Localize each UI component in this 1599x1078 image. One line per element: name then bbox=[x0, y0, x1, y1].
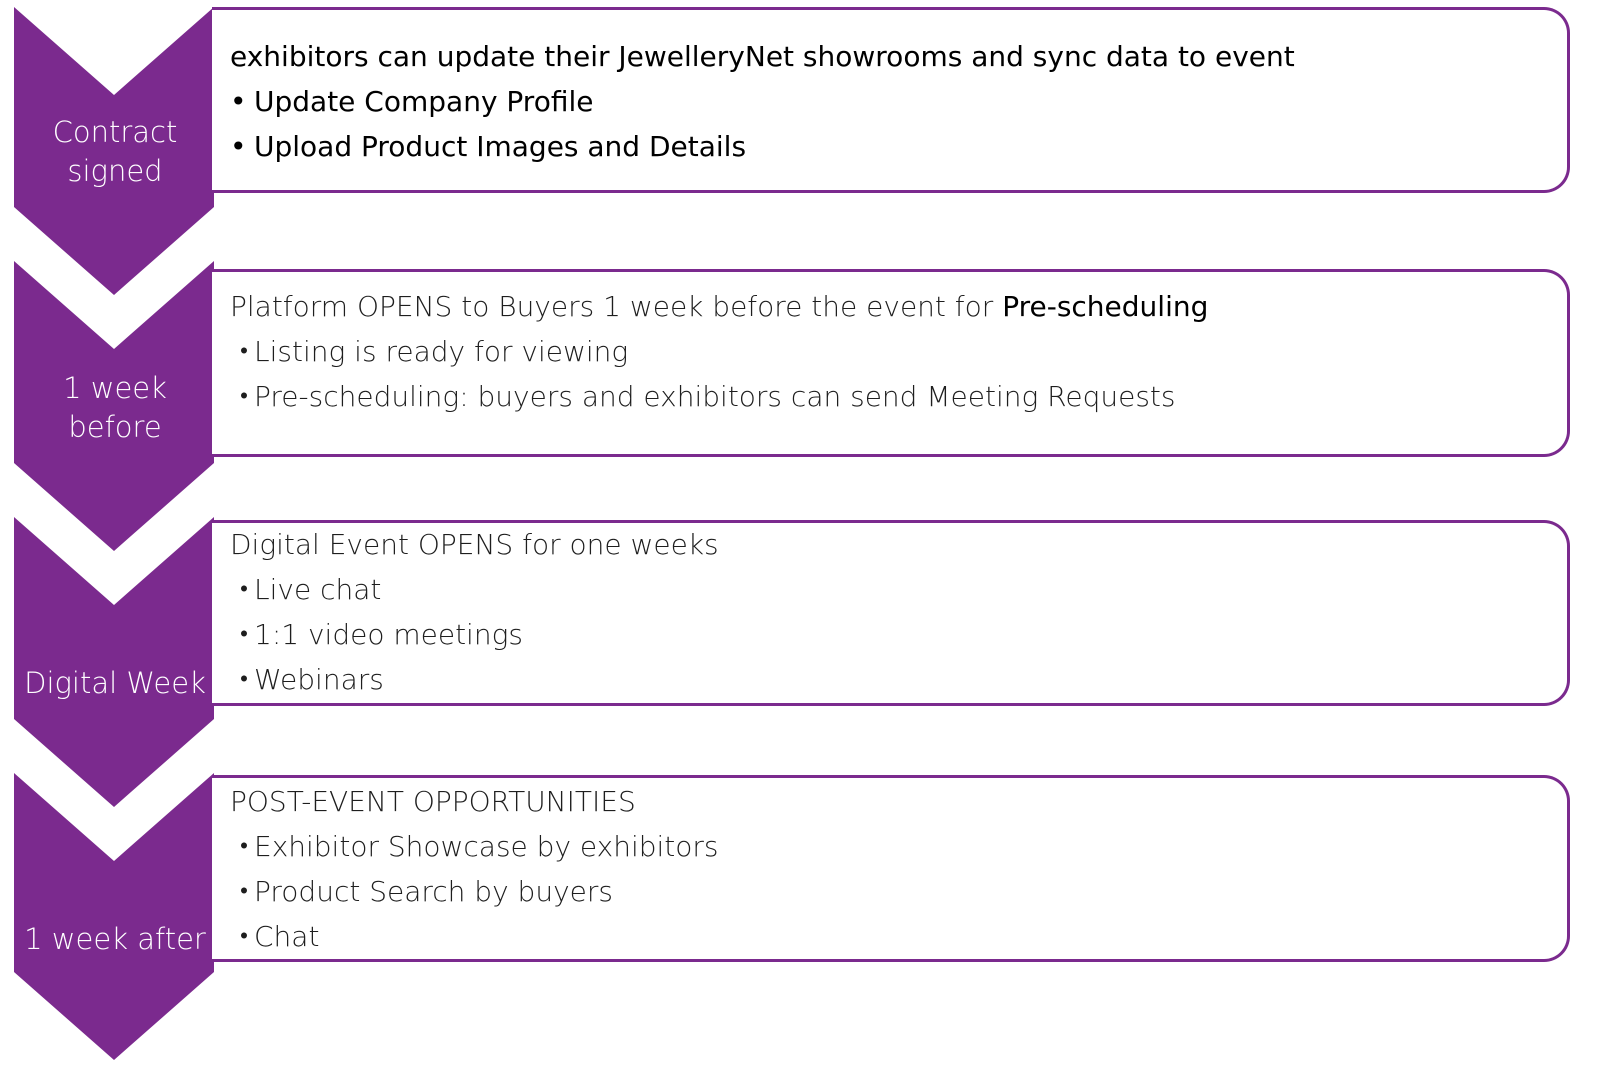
stage-label-line: signed bbox=[67, 154, 163, 188]
timeline-diagram: Contract signed exhibitors can update thei… bbox=[0, 0, 1599, 1078]
bullet-icon: ・ bbox=[230, 920, 259, 953]
stage-label: 1 week after bbox=[14, 920, 216, 959]
bullet-icon: • bbox=[230, 85, 247, 118]
chevron-shape bbox=[14, 517, 214, 807]
step-list-item-text: Exhibitor Showcase by exhibitors bbox=[254, 830, 719, 863]
step-list-item-text: Live chat bbox=[254, 573, 382, 606]
step-box-4: POST-EVENT OPPORTUNITIES ・Exhibitor Showc… bbox=[212, 775, 1570, 962]
step-list-item: ・1:1 video meetings bbox=[230, 615, 523, 655]
step-title-text: POST-EVENT OPPORTUNITIES bbox=[230, 785, 636, 818]
step-list-item-text: Upload Product Images and Details bbox=[254, 130, 747, 163]
bullet-icon: ・ bbox=[230, 663, 259, 696]
bullet-icon: • bbox=[230, 130, 247, 163]
step-list-item: ・Listing is ready for viewing bbox=[230, 332, 628, 372]
stage-chevron-1: Contract signed bbox=[0, 7, 230, 295]
stage-label-line: 1 week after bbox=[24, 922, 206, 956]
step-title-text: Digital Event OPENS for one weeks bbox=[230, 528, 719, 561]
step-box-3: Digital Event OPENS for one weeks ・Live c… bbox=[212, 520, 1570, 706]
step-title-highlight: Pre-scheduling bbox=[1002, 290, 1209, 323]
stage-chevron-3: Digital Week bbox=[0, 517, 230, 807]
step-title: Platform OPENS to Buyers 1 week before t… bbox=[230, 287, 1208, 327]
step-list-item-text: 1:1 video meetings bbox=[254, 618, 523, 651]
bullet-icon: ・ bbox=[230, 335, 259, 368]
step-title: Digital Event OPENS for one weeks bbox=[230, 525, 719, 565]
bullet-icon: ・ bbox=[230, 380, 259, 413]
stage-label-line: 1 week bbox=[63, 371, 167, 405]
step-title: exhibitors can update their JewelleryNet… bbox=[230, 37, 1295, 77]
stage-label-line: Digital Week bbox=[24, 666, 206, 700]
chevron-shape bbox=[14, 773, 214, 1060]
stage-chevron-2: 1 week before bbox=[0, 261, 230, 551]
stage-label: Contract signed bbox=[14, 113, 216, 191]
step-list-item: ・Live chat bbox=[230, 570, 381, 610]
step-title-text: Platform OPENS to Buyers 1 week before t… bbox=[230, 290, 1003, 323]
step-title-text: exhibitors can update their JewelleryNet… bbox=[230, 40, 1295, 73]
step-list-item-text: Product Search by buyers bbox=[254, 875, 613, 908]
bullet-icon: ・ bbox=[230, 875, 259, 908]
step-box-2: Platform OPENS to Buyers 1 week before t… bbox=[212, 269, 1570, 457]
bullet-icon: ・ bbox=[230, 830, 259, 863]
step-title: POST-EVENT OPPORTUNITIES bbox=[230, 782, 636, 822]
step-list-item: ・Exhibitor Showcase by exhibitors bbox=[230, 827, 719, 867]
step-list-item: • Upload Product Images and Details bbox=[230, 127, 746, 167]
step-list-item-text: Chat bbox=[254, 920, 320, 953]
step-list-item: ・Pre-scheduling: buyers and exhibitors c… bbox=[230, 377, 1176, 417]
step-list-item: • Update Company Profile bbox=[230, 82, 593, 122]
stage-label: 1 week before bbox=[14, 369, 216, 447]
step-list-item: ・Chat bbox=[230, 917, 319, 957]
stage-chevron-4: 1 week after bbox=[0, 773, 230, 1060]
step-list-item: ・Product Search by buyers bbox=[230, 872, 613, 912]
stage-label-line: Contract bbox=[52, 115, 178, 149]
step-box-1: exhibitors can update their JewelleryNet… bbox=[212, 7, 1570, 193]
step-list-item-text: Pre-scheduling: buyers and exhibitors ca… bbox=[254, 380, 1176, 413]
stage-label-line: before bbox=[68, 410, 162, 444]
bullet-icon: ・ bbox=[230, 618, 259, 651]
step-list-item-text: Webinars bbox=[254, 663, 384, 696]
step-list-item-text: Update Company Profile bbox=[254, 85, 594, 118]
step-list-item: ・Webinars bbox=[230, 660, 384, 700]
step-list-item-text: Listing is ready for viewing bbox=[254, 335, 629, 368]
bullet-icon: ・ bbox=[230, 573, 259, 606]
stage-label: Digital Week bbox=[14, 664, 216, 703]
